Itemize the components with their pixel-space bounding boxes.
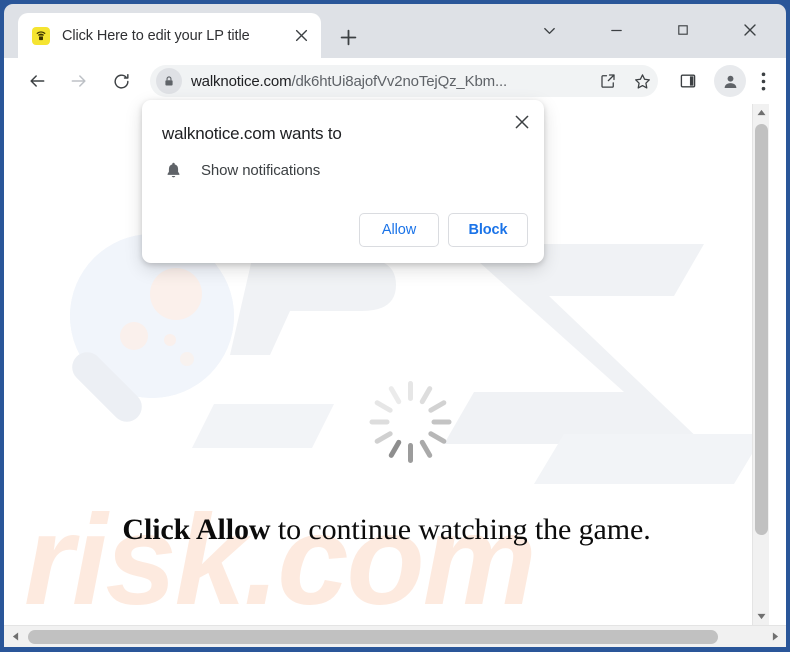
browser-toolbar: walknotice.com/dk6htUi8ajofVv2noTejQz_Kb… bbox=[4, 58, 786, 104]
new-tab-icon[interactable] bbox=[334, 23, 362, 51]
back-icon[interactable] bbox=[20, 64, 54, 98]
tab-title: Click Here to edit your LP title bbox=[62, 27, 250, 44]
scroll-up-icon[interactable] bbox=[753, 104, 769, 121]
url-text: walknotice.com/dk6htUi8ajofVv2noTejQz_Kb… bbox=[191, 73, 590, 90]
permission-dialog-actions: Allow Block bbox=[359, 213, 528, 247]
close-icon[interactable] bbox=[508, 108, 536, 136]
block-button[interactable]: Block bbox=[448, 213, 528, 247]
share-icon[interactable] bbox=[592, 65, 624, 97]
minimize-icon[interactable] bbox=[594, 13, 638, 47]
vertical-scrollbar-thumb[interactable] bbox=[755, 124, 768, 535]
svg-text:risk.com: risk.com bbox=[24, 489, 535, 625]
avatar[interactable] bbox=[714, 65, 746, 97]
allow-button[interactable]: Allow bbox=[359, 213, 439, 247]
bell-icon bbox=[162, 159, 184, 181]
reload-icon[interactable] bbox=[104, 64, 138, 98]
notification-permission-dialog: walknotice.com wants to Show notificatio… bbox=[142, 100, 544, 263]
tab-strip: Click Here to edit your LP title bbox=[4, 4, 786, 58]
headline-rest: to continue watching the game. bbox=[270, 513, 651, 546]
permission-dialog-title: walknotice.com wants to bbox=[162, 124, 342, 143]
scroll-left-icon[interactable] bbox=[4, 626, 26, 647]
bookmark-star-icon[interactable] bbox=[626, 65, 658, 97]
lock-icon[interactable] bbox=[156, 68, 182, 94]
url-host: walknotice.com bbox=[191, 72, 292, 90]
browser-window-frame: Click Here to edit your LP title walknot… bbox=[0, 0, 790, 652]
page-headline: Click Allow to continue watching the gam… bbox=[4, 513, 769, 547]
browser-tab[interactable]: Click Here to edit your LP title bbox=[18, 13, 321, 58]
maximize-icon[interactable] bbox=[661, 13, 705, 47]
address-bar[interactable]: walknotice.com/dk6htUi8ajofVv2noTejQz_Kb… bbox=[150, 65, 658, 97]
close-tab-icon[interactable] bbox=[289, 24, 313, 48]
vertical-scrollbar[interactable] bbox=[752, 104, 769, 625]
scroll-down-icon[interactable] bbox=[753, 608, 769, 625]
headline-bold: Click Allow bbox=[122, 513, 271, 546]
side-panel-icon[interactable] bbox=[672, 65, 704, 97]
horizontal-scrollbar-thumb[interactable] bbox=[28, 630, 718, 644]
lock-wifi-favicon bbox=[32, 26, 50, 45]
permission-request-row: Show notifications bbox=[162, 159, 320, 181]
forward-icon[interactable] bbox=[62, 64, 96, 98]
permission-label: Show notifications bbox=[201, 161, 321, 179]
scroll-right-icon[interactable] bbox=[764, 626, 786, 647]
horizontal-scrollbar[interactable] bbox=[4, 625, 786, 647]
more-menu-icon[interactable] bbox=[750, 65, 776, 97]
url-path: /dk6htUi8ajofVv2noTejQz_Kbm... bbox=[291, 72, 508, 90]
loading-spinner bbox=[365, 377, 455, 467]
chevron-down-icon[interactable] bbox=[527, 13, 571, 47]
close-window-icon[interactable] bbox=[728, 13, 772, 47]
